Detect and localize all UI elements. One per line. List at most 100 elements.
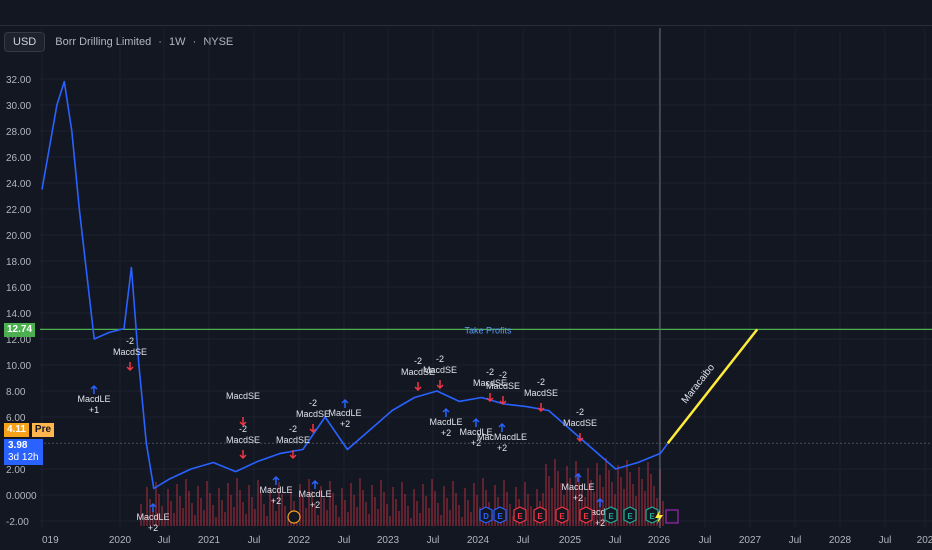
volume-bar [509,504,511,526]
volume-bar [620,477,622,526]
signal-buy: MacdLE+2 [429,407,463,438]
last-price: 3.98 [8,440,28,451]
x-tick-label: Jul [609,535,622,546]
volume-bar [200,498,202,526]
sell-arrow-icon [414,382,422,392]
take-profit-price-tag: 12.74 [4,323,36,337]
event-letter: E [627,512,633,521]
earnings-event-badge: E [533,506,547,524]
volume-bar [194,515,196,526]
x-tick-label: 2020 [109,535,132,546]
volume-bar [437,503,439,526]
volume-bar [641,479,643,526]
volume-bar [218,488,220,526]
signal-qty: -2 [126,336,134,346]
pre-market-badge: Pre [31,423,55,437]
y-tick-label: 24.00 [6,179,31,190]
volume-bar [476,495,478,526]
x-tick-label: 2022 [288,535,311,546]
x-tick-label: Jul [158,535,171,546]
earnings-event-badge: E [579,506,593,524]
volume-bar [416,501,418,526]
volume-bar [359,478,361,526]
earnings-event-badge: E [623,506,637,524]
y-tick-label: 28.00 [6,127,31,138]
signal-label: MacdSE [296,409,330,419]
signal-label: MacdSE [563,418,597,428]
sell-arrow-icon [239,417,247,427]
volume-bar [242,502,244,526]
y-tick-label: 8.00 [6,387,26,398]
volume-bar [215,517,217,526]
signal-sell: -2MacdSE [226,424,260,460]
signal-label: MacdSE [423,365,457,375]
volume-bar [362,490,364,526]
y-tick-label: 2.00 [6,465,26,476]
volume-bar [224,512,226,526]
volume-bar [383,492,385,526]
signal-qty: -2 [576,407,584,417]
volume-bar [347,512,349,526]
volume-bar [374,497,376,526]
x-tick-label: Jul [699,535,712,546]
volume-bar [329,481,331,526]
signal-label: MacdSE [276,435,310,445]
signal-label: MacdLE [561,482,594,492]
y-tick-label: 22.00 [6,205,31,216]
volume-bar [377,509,379,526]
volume-bar [227,483,229,526]
last-price-tag: 3.98 3d 12h [4,439,43,465]
buy-arrow-icon [311,479,319,489]
projection-label: Maracaibo [680,362,718,406]
signal-qty: MacdSE [226,391,260,401]
sell-arrow-icon [239,450,247,460]
volume-bar [395,499,397,526]
volume-bar [212,505,214,526]
volume-bar [332,493,334,526]
y-tick-label: -2.00 [6,517,29,528]
earnings-event-badge: D [479,506,493,524]
y-tick-label: 20.00 [6,231,31,242]
volume-bar [236,478,238,526]
volume-bar [182,508,184,526]
signal-label: MacdSE [486,381,520,391]
y-tick-label: 14.00 [6,309,31,320]
volume-bar [191,503,193,526]
volume-bar [551,488,553,526]
sell-arrow-icon [499,396,507,406]
volume-bar [449,510,451,526]
volume-bar [410,518,412,526]
signal-qty: +2 [497,443,507,453]
volume-bar [353,495,355,526]
volume-bar [548,476,550,526]
x-tick-label: Jul [879,535,892,546]
sell-arrow-icon [436,380,444,390]
earnings-event-badge: E [493,506,507,524]
volume-bar [455,493,457,526]
volume-bar [317,515,319,526]
sell-arrow-icon [126,362,134,372]
volume-bar [245,514,247,526]
volume-bar [467,500,469,526]
volume-bar [368,514,370,526]
volume-bar [662,501,664,526]
x-tick-label: 2025 [559,535,582,546]
event-letter: E [583,512,589,521]
x-tick-label: Jul [248,535,261,546]
buy-arrow-icon [498,422,506,432]
volume-bar [203,510,205,526]
x-tick-label: 2023 [377,535,400,546]
projection-line [666,328,759,445]
volume-bar [644,491,646,526]
buy-arrow-icon [442,407,450,417]
prev-close-price: 4.11 [4,423,29,437]
volume-bar [263,504,265,526]
signal-label: MacdLE [298,489,331,499]
sell-arrow-icon [309,424,317,434]
volume-bar [638,467,640,526]
price-chart[interactable]: 32.00 30.00 28.00 26.00 24.00 22.00 20.00 18.00… [0,0,932,550]
signal-qty: +2 [148,523,158,533]
y-tick-label: 0.0000 [6,491,37,502]
signal-label: MacdLE [328,408,361,418]
volume-bar [398,511,400,526]
